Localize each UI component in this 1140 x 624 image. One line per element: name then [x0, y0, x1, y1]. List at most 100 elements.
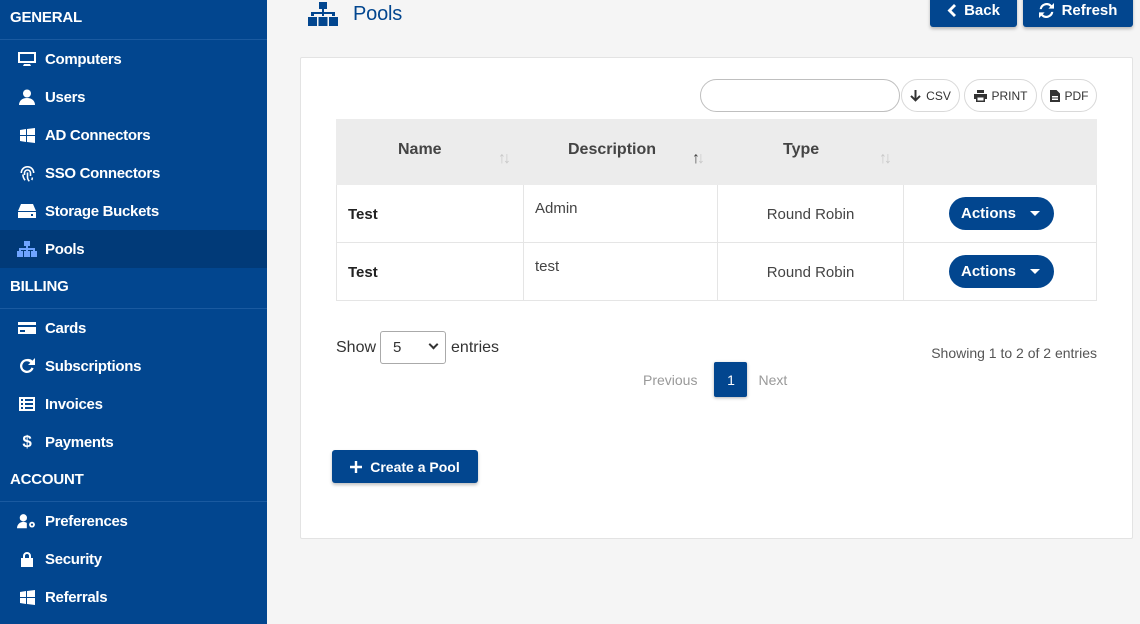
table-info: Showing 1 to 2 of 2 entries	[931, 345, 1097, 361]
lock-icon	[17, 549, 37, 569]
sidebar-item-security[interactable]: Security	[0, 540, 267, 578]
sidebar-item-label: Security	[45, 550, 102, 568]
entries-label: entries	[451, 338, 500, 356]
pdf-button[interactable]: PDF	[1041, 79, 1097, 112]
column-header-actions	[903, 119, 1097, 185]
sidebar-item-invoices[interactable]: Invoices	[0, 385, 267, 423]
sidebar-item-label: Cards	[45, 319, 87, 337]
user-icon	[17, 87, 37, 107]
sidebar-item-preferences[interactable]: Preferences	[0, 502, 267, 540]
column-label: Description	[568, 141, 657, 158]
column-header-name[interactable]: Name ↑↓	[336, 119, 523, 185]
sidebar-item-label: Referrals	[45, 588, 108, 606]
pagination-next[interactable]: Next	[758, 372, 787, 388]
sidebar-item-sso-connectors[interactable]: SSO Connectors	[0, 154, 267, 192]
caret-down-icon	[1030, 269, 1040, 274]
back-button[interactable]: Back	[930, 0, 1017, 27]
pagination-previous[interactable]: Previous	[643, 372, 697, 388]
windows-icon	[17, 125, 37, 145]
list-icon	[17, 394, 37, 414]
cell-type: Round Robin	[717, 185, 903, 243]
credit-card-icon	[17, 318, 37, 338]
entries-select[interactable]: 5	[380, 331, 447, 364]
sidebar-item-cards[interactable]: Cards	[0, 309, 267, 347]
sort-icon: ↑↓	[879, 150, 892, 167]
table-header: Name ↑↓ Description ↑↓ Type ↑↓	[336, 119, 1097, 185]
sidebar-item-label: Subscriptions	[45, 357, 142, 375]
sidebar-item-label: Computers	[45, 50, 122, 68]
caret-down-icon	[1030, 211, 1040, 216]
fingerprint-icon	[17, 163, 37, 183]
cell-description: Admin	[523, 185, 717, 243]
actions-dropdown-button[interactable]: Actions	[949, 197, 1054, 230]
sidebar-item-users[interactable]: Users	[0, 78, 267, 116]
sidebar-item-label: Payments	[45, 433, 114, 451]
section-account-title: ACCOUNT	[0, 461, 267, 502]
sidebar: GENERAL Computers Users AD Connectors SS…	[0, 0, 267, 624]
column-label: Name	[398, 141, 442, 158]
sidebar-item-subscriptions[interactable]: Subscriptions	[0, 347, 267, 385]
storage-icon	[17, 201, 37, 221]
entries-length-control: Show 5 entries	[336, 331, 499, 364]
pdf-button-label: PDF	[1064, 88, 1089, 103]
print-icon	[973, 89, 987, 102]
sync-icon	[1038, 3, 1054, 18]
back-button-label: Back	[964, 2, 1000, 19]
cell-actions: Actions	[903, 185, 1097, 243]
sidebar-item-label: Storage Buckets	[45, 202, 159, 220]
sort-icon: ↑↓	[498, 150, 511, 167]
refresh-button[interactable]: Refresh	[1023, 0, 1133, 27]
sidebar-item-label: Pools	[45, 240, 85, 258]
page-title: Pools	[353, 2, 403, 25]
chevron-left-icon	[947, 4, 957, 17]
pools-table: Name ↑↓ Description ↑↓ Type ↑↓ Test Admi…	[336, 119, 1097, 301]
cell-name: Test	[336, 243, 523, 301]
sidebar-item-label: SSO Connectors	[45, 164, 160, 182]
plus-icon	[350, 460, 363, 473]
create-pool-label: Create a Pool	[370, 458, 460, 475]
page-header: Pools	[307, 0, 402, 28]
actions-label: Actions	[961, 205, 1017, 222]
sidebar-item-ad-connectors[interactable]: AD Connectors	[0, 116, 267, 154]
sitemap-icon	[17, 239, 37, 259]
table-row: Test Admin Round Robin Actions	[336, 185, 1097, 243]
sidebar-item-label: Invoices	[45, 395, 103, 413]
column-header-description[interactable]: Description ↑↓	[523, 119, 717, 185]
sidebar-item-label: Preferences	[45, 512, 128, 530]
column-header-type[interactable]: Type ↑↓	[717, 119, 903, 185]
arrow-down-icon	[910, 89, 921, 102]
sidebar-item-label: Users	[45, 88, 86, 106]
refresh-button-label: Refresh	[1061, 2, 1118, 19]
create-pool-button[interactable]: Create a Pool	[332, 450, 478, 483]
csv-button[interactable]: CSV	[901, 79, 960, 112]
sidebar-item-pools[interactable]: Pools	[0, 230, 267, 268]
sidebar-item-referrals[interactable]: Referrals	[0, 578, 267, 616]
pagination-page-1[interactable]: 1	[714, 362, 748, 397]
redo-icon	[17, 356, 37, 376]
cell-actions: Actions	[903, 243, 1097, 301]
table-row: Test test Round Robin Actions	[336, 243, 1097, 301]
sidebar-item-storage-buckets[interactable]: Storage Buckets	[0, 192, 267, 230]
print-button-label: PRINT	[991, 88, 1028, 103]
search-input[interactable]	[700, 79, 900, 112]
windows-icon	[17, 587, 37, 607]
dollar-icon: $	[22, 432, 32, 451]
print-button[interactable]: PRINT	[964, 79, 1037, 112]
entries-select-value: 5	[393, 339, 402, 356]
section-billing-title: BILLING	[0, 268, 267, 309]
user-cog-icon	[17, 511, 37, 531]
csv-button-label: CSV	[926, 88, 951, 103]
column-label: Type	[783, 141, 820, 158]
sidebar-item-computers[interactable]: Computers	[0, 40, 267, 78]
cell-description: test	[523, 243, 717, 301]
cell-name: Test	[336, 185, 523, 243]
sidebar-item-payments[interactable]: $ Payments	[0, 423, 267, 461]
section-general-title: GENERAL	[0, 0, 267, 40]
pagination: Previous 1 Next	[643, 362, 787, 397]
cell-type: Round Robin	[717, 243, 903, 301]
monitor-icon	[17, 49, 37, 69]
sitemap-icon	[308, 2, 338, 26]
actions-dropdown-button[interactable]: Actions	[949, 255, 1054, 288]
pools-card: CSV PRINT PDF Name ↑↓ Description ↑↓ Typ…	[300, 57, 1133, 539]
chevron-down-icon	[428, 339, 439, 350]
